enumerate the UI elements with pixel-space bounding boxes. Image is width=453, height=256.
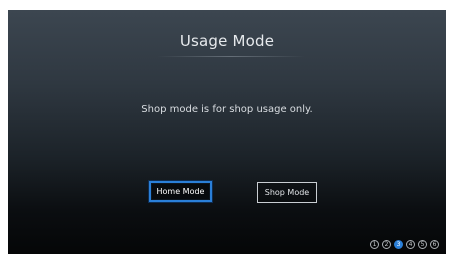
title-divider	[157, 56, 305, 57]
step-3-indicator: 3	[394, 240, 403, 249]
step-6-indicator: 6	[430, 240, 439, 249]
home-mode-button[interactable]: Home Mode	[149, 181, 212, 202]
page-title: Usage Mode	[179, 32, 275, 50]
step-5-indicator: 5	[418, 240, 427, 249]
step-2-indicator: 2	[382, 240, 391, 249]
mode-description: Shop mode is for shop usage only.	[141, 104, 313, 115]
tv-frame: Usage Mode Shop mode is for shop usage o…	[0, 0, 453, 256]
setup-screen: Usage Mode Shop mode is for shop usage o…	[8, 10, 446, 254]
step-4-indicator: 4	[406, 240, 415, 249]
shop-mode-button[interactable]: Shop Mode	[257, 182, 317, 203]
setup-step-indicator: 1 2 3 4 5 6	[370, 240, 439, 249]
step-1-indicator: 1	[370, 240, 379, 249]
